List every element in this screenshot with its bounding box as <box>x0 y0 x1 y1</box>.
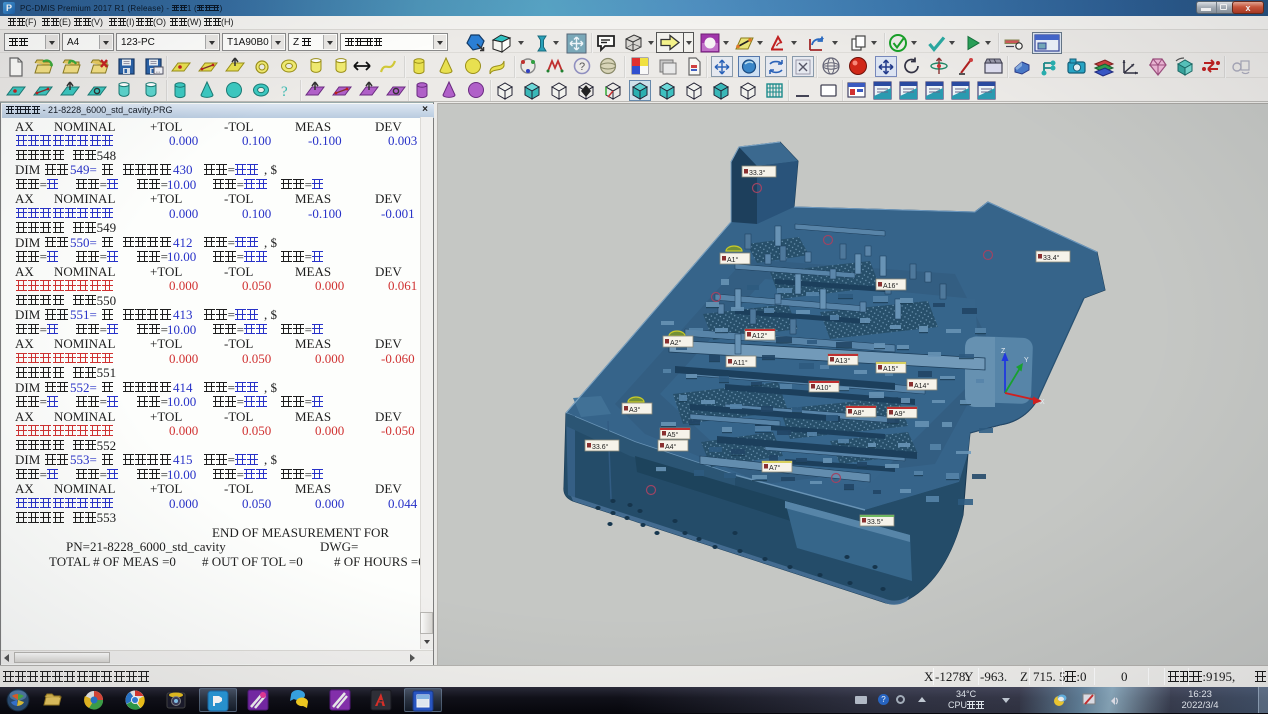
svg-text:A15°: A15° <box>883 365 898 373</box>
svg-text:Z: Z <box>1001 348 1006 355</box>
svg-text:A9°: A9° <box>894 410 906 418</box>
svg-text:...: ... <box>156 69 161 75</box>
svg-text:A12°: A12° <box>752 332 767 340</box>
svg-text:?: ? <box>281 84 288 100</box>
svg-text:33.6°: 33.6° <box>592 443 609 451</box>
svg-text:A5°: A5° <box>667 431 679 439</box>
svg-text:X: X <box>1040 399 1045 406</box>
svg-text:33.3°: 33.3° <box>749 169 766 177</box>
svg-text:A16°: A16° <box>883 282 898 290</box>
svg-text:Y: Y <box>1024 357 1029 364</box>
svg-text:33.4°: 33.4° <box>1043 254 1060 262</box>
svg-text:A7°: A7° <box>769 464 781 472</box>
svg-text:?: ? <box>579 61 585 73</box>
svg-text:A4°: A4° <box>665 443 677 451</box>
svg-text:A11°: A11° <box>733 359 748 367</box>
svg-text:A8°: A8° <box>853 409 865 417</box>
svg-text:A3°: A3° <box>629 406 641 414</box>
svg-text:A1°: A1° <box>727 256 739 264</box>
svg-text:A13°: A13° <box>835 357 850 365</box>
svg-text:A14°: A14° <box>914 382 929 390</box>
svg-text:33.5°: 33.5° <box>867 518 884 526</box>
svg-text:A10°: A10° <box>816 384 831 392</box>
svg-text:A2°: A2° <box>670 339 682 347</box>
